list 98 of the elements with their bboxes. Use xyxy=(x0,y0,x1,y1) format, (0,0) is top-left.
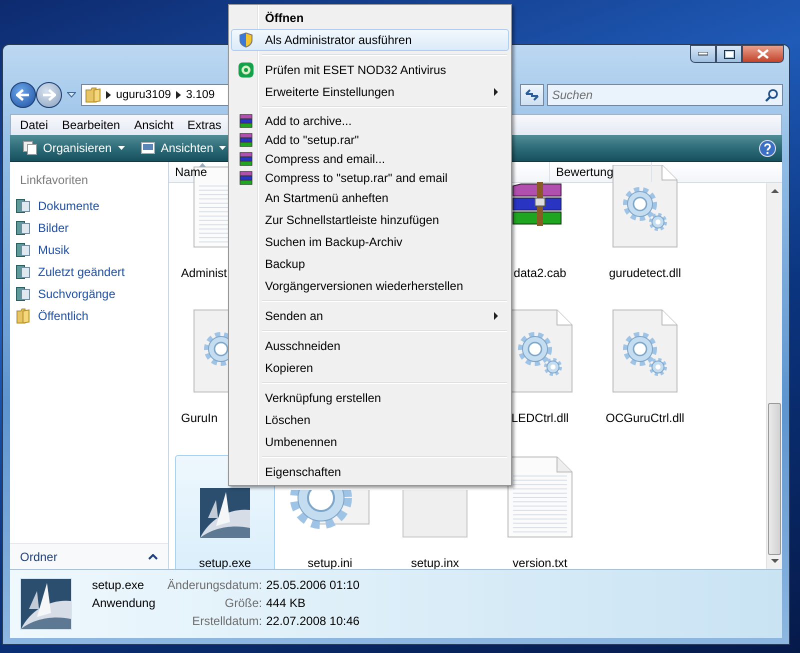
property-value: 25.05.2006 01:10 xyxy=(266,578,360,592)
gear-document-icon xyxy=(612,165,678,248)
caret-icon xyxy=(118,146,125,150)
submenu-arrow-icon xyxy=(494,312,498,320)
property-label: Größe: xyxy=(224,596,262,610)
property-label: Erstelldatum: xyxy=(191,614,262,628)
blank-page-icon xyxy=(402,490,468,538)
file-name[interactable]: GuruIn xyxy=(176,411,218,425)
picture-frame-icon xyxy=(140,142,155,154)
archive-icon xyxy=(239,114,253,128)
favorite-link[interactable]: Öffentlich xyxy=(10,305,168,327)
file-name[interactable]: data2.cab xyxy=(514,266,566,280)
archive-icon xyxy=(239,170,253,184)
pages-icon xyxy=(23,141,37,155)
folder-icon xyxy=(16,308,30,324)
file-name[interactable]: LEDCtrl.dll xyxy=(511,411,569,425)
gear-document-icon xyxy=(612,309,678,393)
menu-item[interactable]: Add to "setup.rar" xyxy=(231,130,509,149)
collapse-chevron-icon[interactable] xyxy=(148,554,158,560)
favorite-link[interactable]: Bilder xyxy=(10,217,168,239)
shield-icon xyxy=(239,32,253,48)
menu-item[interactable]: Add to archive... xyxy=(231,111,509,130)
caret-icon[interactable] xyxy=(67,92,76,98)
menu-item[interactable]: Erweiterte Einstellungen xyxy=(231,81,509,103)
file-type: Anwendung xyxy=(92,596,156,610)
favorite-link[interactable]: Dokumente xyxy=(10,195,168,217)
forward-arrow-icon xyxy=(42,88,56,100)
scroll-up-icon xyxy=(770,189,778,193)
menu-item[interactable]: Backup xyxy=(231,253,509,275)
property-value: 22.07.2008 10:46 xyxy=(266,614,360,628)
favorite-link[interactable]: Zuletzt geändert xyxy=(10,261,168,283)
breadcrumb[interactable]: 3.109 xyxy=(186,88,215,100)
minimize-icon xyxy=(698,52,708,56)
file-name[interactable]: Administ xyxy=(176,266,228,280)
pane-heading: Linkfavoriten xyxy=(19,173,90,187)
back-arrow-icon xyxy=(16,88,30,100)
help-icon[interactable] xyxy=(759,140,776,156)
property-value: 444 KB xyxy=(266,596,306,610)
library-folder-icon xyxy=(16,220,30,236)
back-button[interactable] xyxy=(10,82,36,108)
menu-item[interactable]: Verknüpfung erstellen xyxy=(231,387,509,409)
scroll-down-icon xyxy=(770,559,778,563)
menu-item[interactable]: Compress and email... xyxy=(231,149,509,168)
forward-button[interactable] xyxy=(36,82,62,108)
menu-item[interactable]: Öffnen xyxy=(231,7,509,29)
property-label: Änderungsdatum: xyxy=(167,578,262,592)
library-folder-icon xyxy=(16,242,30,258)
application-icon xyxy=(200,488,250,538)
menu-item[interactable]: Senden an xyxy=(231,305,509,327)
menu-bar-item[interactable]: Ansicht xyxy=(134,118,174,132)
menu-item[interactable]: Zur Schnellstartleiste hinzufügen xyxy=(231,209,509,231)
menu-item[interactable]: Vorgängerversionen wiederherstellen xyxy=(231,275,509,297)
folders-toggle[interactable]: Ordner xyxy=(20,550,58,564)
close-icon xyxy=(757,49,769,59)
file-name: setup.exe xyxy=(92,578,146,592)
caret-icon xyxy=(219,146,226,150)
menu-item[interactable]: Compress to "setup.rar" and email xyxy=(231,168,509,187)
menu-item[interactable]: Prüfen mit ESET NOD32 Antivirus xyxy=(231,59,509,81)
menu-bar-item[interactable]: Bearbeiten xyxy=(62,118,120,132)
scrollbar[interactable] xyxy=(766,183,782,569)
menu-bar-item[interactable]: Extras xyxy=(187,118,222,132)
scroll-thumb[interactable] xyxy=(768,403,781,555)
menu-item[interactable]: Als Administrator ausführen xyxy=(231,29,509,51)
refresh-button[interactable] xyxy=(520,84,544,106)
library-folder-icon xyxy=(16,286,30,302)
refresh-icon xyxy=(525,88,539,100)
menu-item[interactable]: An Startmenü anheften xyxy=(231,187,509,209)
chevron-icon xyxy=(176,90,181,98)
search-field[interactable]: Suchen xyxy=(547,84,783,106)
menu-item[interactable]: Löschen xyxy=(231,409,509,431)
menu-item[interactable]: Suchen im Backup-Archiv xyxy=(231,231,509,253)
toolbar-button[interactable]: Ansichten xyxy=(138,139,230,157)
application-icon xyxy=(21,579,71,629)
file-name[interactable]: gurudetect.dll xyxy=(608,266,682,280)
favorite-link[interactable]: Musik xyxy=(10,239,168,261)
menu-item[interactable]: Umbenennen xyxy=(231,431,509,453)
minimize-button[interactable] xyxy=(690,45,716,63)
eye-icon xyxy=(238,62,254,78)
menu-item[interactable]: Ausschneiden xyxy=(231,335,509,357)
favorite-link[interactable]: Suchvorgänge xyxy=(10,283,168,305)
folder-icon xyxy=(85,86,101,102)
archive-icon xyxy=(239,132,253,146)
menu-bar-item[interactable]: Datei xyxy=(20,118,48,132)
breadcrumb[interactable]: uguru3109 xyxy=(116,88,171,100)
submenu-arrow-icon xyxy=(494,88,498,96)
maximize-icon xyxy=(724,50,734,58)
library-folder-icon xyxy=(16,198,30,214)
sort-arrow-icon xyxy=(199,163,206,167)
archive-icon xyxy=(239,152,253,166)
library-folder-icon xyxy=(16,264,30,280)
file-name[interactable]: version.txt xyxy=(512,556,568,569)
chevron-icon xyxy=(106,90,111,98)
search-icon xyxy=(765,88,778,102)
toolbar-button[interactable]: Organisieren xyxy=(20,139,128,157)
file-name[interactable]: OCGuruCtrl.dll xyxy=(606,411,684,425)
menu-item[interactable]: Kopieren xyxy=(231,357,509,379)
close-button[interactable] xyxy=(742,45,784,63)
maximize-button[interactable] xyxy=(716,45,742,63)
